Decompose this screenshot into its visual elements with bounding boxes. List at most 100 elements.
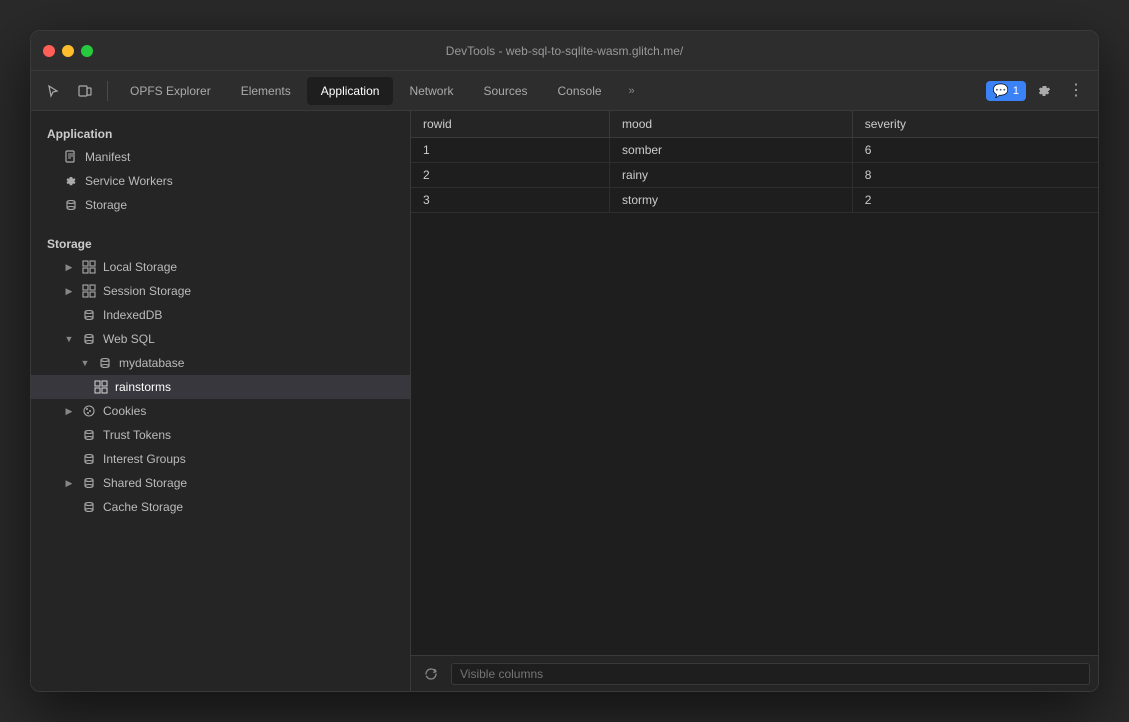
- cache-storage-label: Cache Storage: [103, 500, 183, 514]
- mydatabase-label: mydatabase: [119, 356, 184, 370]
- title-bar: DevTools - web-sql-to-sqlite-wasm.glitch…: [31, 31, 1098, 71]
- sidebar-item-shared-storage[interactable]: ▶ Shared Storage: [31, 471, 410, 495]
- cylinder-icon: [81, 427, 97, 443]
- table-row[interactable]: 1somber6: [411, 138, 1098, 163]
- cylinder-icon: [81, 451, 97, 467]
- sidebar-item-manifest[interactable]: Manifest: [31, 145, 410, 169]
- shared-storage-label: Shared Storage: [103, 476, 187, 490]
- device-toggle-button[interactable]: [71, 77, 99, 105]
- cursor-icon: [45, 83, 61, 99]
- chevron-down-icon: ▼: [63, 333, 75, 345]
- refresh-button[interactable]: [419, 662, 443, 686]
- cell-rowid: 1: [411, 138, 610, 163]
- cylinder-icon: [81, 499, 97, 515]
- cell-severity: 8: [852, 163, 1098, 188]
- storage-section-label: Storage: [31, 229, 410, 255]
- sidebar-item-interest-groups[interactable]: Interest Groups: [31, 447, 410, 471]
- notification-badge[interactable]: 💬 1: [986, 81, 1026, 101]
- data-table: rowid mood severity 1somber62rainy83stor…: [411, 111, 1098, 213]
- cell-mood: rainy: [610, 163, 853, 188]
- close-button[interactable]: [43, 45, 55, 57]
- sidebar-spacer: [31, 217, 410, 229]
- cylinder-icon: [63, 197, 79, 213]
- app-section-label: Application: [31, 119, 410, 145]
- cell-rowid: 2: [411, 163, 610, 188]
- ellipsis-icon: ⋮: [1068, 83, 1084, 99]
- doc-icon: [63, 149, 79, 165]
- devtools-window: DevTools - web-sql-to-sqlite-wasm.glitch…: [30, 30, 1099, 692]
- tab-opfs[interactable]: OPFS Explorer: [116, 77, 225, 105]
- tab-network[interactable]: Network: [395, 77, 467, 105]
- window-title: DevTools - web-sql-to-sqlite-wasm.glitch…: [446, 44, 683, 58]
- more-tabs-button[interactable]: »: [620, 79, 644, 103]
- sidebar-item-local-storage[interactable]: ▶ Local Storage: [31, 255, 410, 279]
- trust-tokens-label: Trust Tokens: [103, 428, 171, 442]
- tab-console[interactable]: Console: [544, 77, 616, 105]
- device-icon: [77, 83, 93, 99]
- storage-label: Storage: [85, 198, 127, 212]
- sidebar-item-session-storage[interactable]: ▶ Session Storage: [31, 279, 410, 303]
- cell-mood: stormy: [610, 188, 853, 213]
- toolbar: OPFS ExplorerElementsApplicationNetworkS…: [31, 71, 1098, 111]
- cylinder-icon: [81, 307, 97, 323]
- grid-icon: [93, 379, 109, 395]
- grid-icon: [81, 283, 97, 299]
- chat-icon: 💬: [993, 83, 1009, 99]
- sidebar-item-trust-tokens[interactable]: Trust Tokens: [31, 423, 410, 447]
- sidebar-item-web-sql[interactable]: ▼ Web SQL: [31, 327, 410, 351]
- sidebar: Application Manifest Service Workers: [31, 111, 411, 691]
- indexeddb-label: IndexedDB: [103, 308, 162, 322]
- inspect-element-button[interactable]: [39, 77, 67, 105]
- toolbar-separator-1: [107, 81, 108, 101]
- cookie-icon: [81, 403, 97, 419]
- maximize-button[interactable]: [81, 45, 93, 57]
- sidebar-item-storage[interactable]: Storage: [31, 193, 410, 217]
- local-storage-label: Local Storage: [103, 260, 177, 274]
- cylinder-icon: [97, 355, 113, 371]
- cell-rowid: 3: [411, 188, 610, 213]
- grid-icon: [81, 259, 97, 275]
- settings-button[interactable]: [1030, 77, 1058, 105]
- bottom-bar: [411, 655, 1098, 691]
- chevron-right-icon: ▶: [63, 285, 75, 297]
- table-row[interactable]: 3stormy2: [411, 188, 1098, 213]
- sidebar-item-rainstorms[interactable]: rainstorms: [31, 375, 410, 399]
- sidebar-item-cache-storage[interactable]: Cache Storage: [31, 495, 410, 519]
- content-area: rowid mood severity 1somber62rainy83stor…: [411, 111, 1098, 691]
- col-header-severity[interactable]: severity: [852, 111, 1098, 138]
- col-header-rowid[interactable]: rowid: [411, 111, 610, 138]
- cell-severity: 6: [852, 138, 1098, 163]
- table-row[interactable]: 2rainy8: [411, 163, 1098, 188]
- rainstorms-label: rainstorms: [115, 380, 171, 394]
- refresh-icon: [424, 667, 438, 681]
- gear-icon: [1036, 83, 1052, 99]
- chevron-right-icon: ▶: [63, 405, 75, 417]
- manifest-label: Manifest: [85, 150, 130, 164]
- traffic-lights: [43, 45, 93, 57]
- interest-groups-label: Interest Groups: [103, 452, 186, 466]
- web-sql-label: Web SQL: [103, 332, 155, 346]
- main-content: Application Manifest Service Workers: [31, 111, 1098, 691]
- tab-sources[interactable]: Sources: [469, 77, 541, 105]
- gear-icon: [63, 173, 79, 189]
- notification-count: 1: [1013, 85, 1019, 97]
- sidebar-item-mydatabase[interactable]: ▼ mydatabase: [31, 351, 410, 375]
- cookies-label: Cookies: [103, 404, 146, 418]
- visible-columns-input[interactable]: [451, 663, 1090, 685]
- sidebar-item-indexeddb[interactable]: IndexedDB: [31, 303, 410, 327]
- sidebar-item-service-workers[interactable]: Service Workers: [31, 169, 410, 193]
- tab-application[interactable]: Application: [307, 77, 394, 105]
- chevron-right-icon: ▶: [63, 477, 75, 489]
- service-workers-label: Service Workers: [85, 174, 173, 188]
- chevron-right-icon: ▶: [63, 261, 75, 273]
- session-storage-label: Session Storage: [103, 284, 191, 298]
- tab-elements[interactable]: Elements: [227, 77, 305, 105]
- sidebar-item-cookies[interactable]: ▶ Cookies: [31, 399, 410, 423]
- minimize-button[interactable]: [62, 45, 74, 57]
- cell-severity: 2: [852, 188, 1098, 213]
- cylinder-icon: [81, 475, 97, 491]
- more-options-button[interactable]: ⋮: [1062, 77, 1090, 105]
- cell-mood: somber: [610, 138, 853, 163]
- col-header-mood[interactable]: mood: [610, 111, 853, 138]
- table-area[interactable]: rowid mood severity 1somber62rainy83stor…: [411, 111, 1098, 655]
